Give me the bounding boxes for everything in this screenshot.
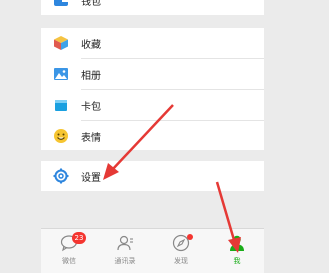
menu-item-stickers[interactable]: 表情	[41, 121, 264, 151]
menu-item-label: 设置	[81, 172, 101, 184]
menu-item-label: 相册	[81, 70, 101, 82]
features-group: 收藏 相册 卡包 表情	[41, 28, 264, 150]
tab-label: 我	[233, 257, 241, 265]
tab-me[interactable]: 我	[209, 229, 265, 273]
wechat-me-screen: 钱包 收藏 相册 卡包 表情 设置 23 微信 通讯录 发现 我	[0, 0, 329, 273]
wallet-icon	[54, 0, 68, 6]
tab-label: 通讯录	[114, 257, 136, 265]
menu-item-settings[interactable]: 设置	[41, 161, 264, 191]
menu-item-favorites[interactable]: 收藏	[41, 28, 264, 58]
favorites-cube-icon	[54, 36, 68, 50]
tab-discover[interactable]: 发现	[153, 229, 209, 273]
tab-contacts[interactable]: 通讯录	[97, 229, 153, 273]
smiley-face-icon	[54, 129, 68, 143]
menu-item-label: 卡包	[81, 101, 101, 113]
tab-label: 发现	[174, 257, 188, 265]
tab-chats[interactable]: 23 微信	[41, 229, 97, 273]
person-icon	[230, 235, 244, 251]
wallet-group: 钱包	[41, 0, 264, 15]
card-wallet-icon	[55, 100, 67, 111]
settings-group: 设置	[41, 161, 264, 191]
tab-label: 微信	[62, 257, 76, 265]
menu-item-label: 收藏	[81, 39, 101, 51]
bottom-tab-bar: 23 微信 通讯录 发现 我	[41, 228, 264, 273]
menu-item-label: 钱包	[81, 0, 101, 8]
menu-item-label: 表情	[81, 132, 101, 144]
menu-item-wallet[interactable]: 钱包	[41, 0, 264, 15]
gear-icon	[53, 168, 69, 184]
photo-album-icon	[54, 68, 68, 80]
menu-item-cards[interactable]: 卡包	[41, 90, 264, 120]
unread-badge: 23	[72, 232, 86, 244]
contacts-icon	[117, 235, 133, 251]
new-indicator-dot	[187, 234, 193, 240]
menu-item-album[interactable]: 相册	[41, 59, 264, 89]
